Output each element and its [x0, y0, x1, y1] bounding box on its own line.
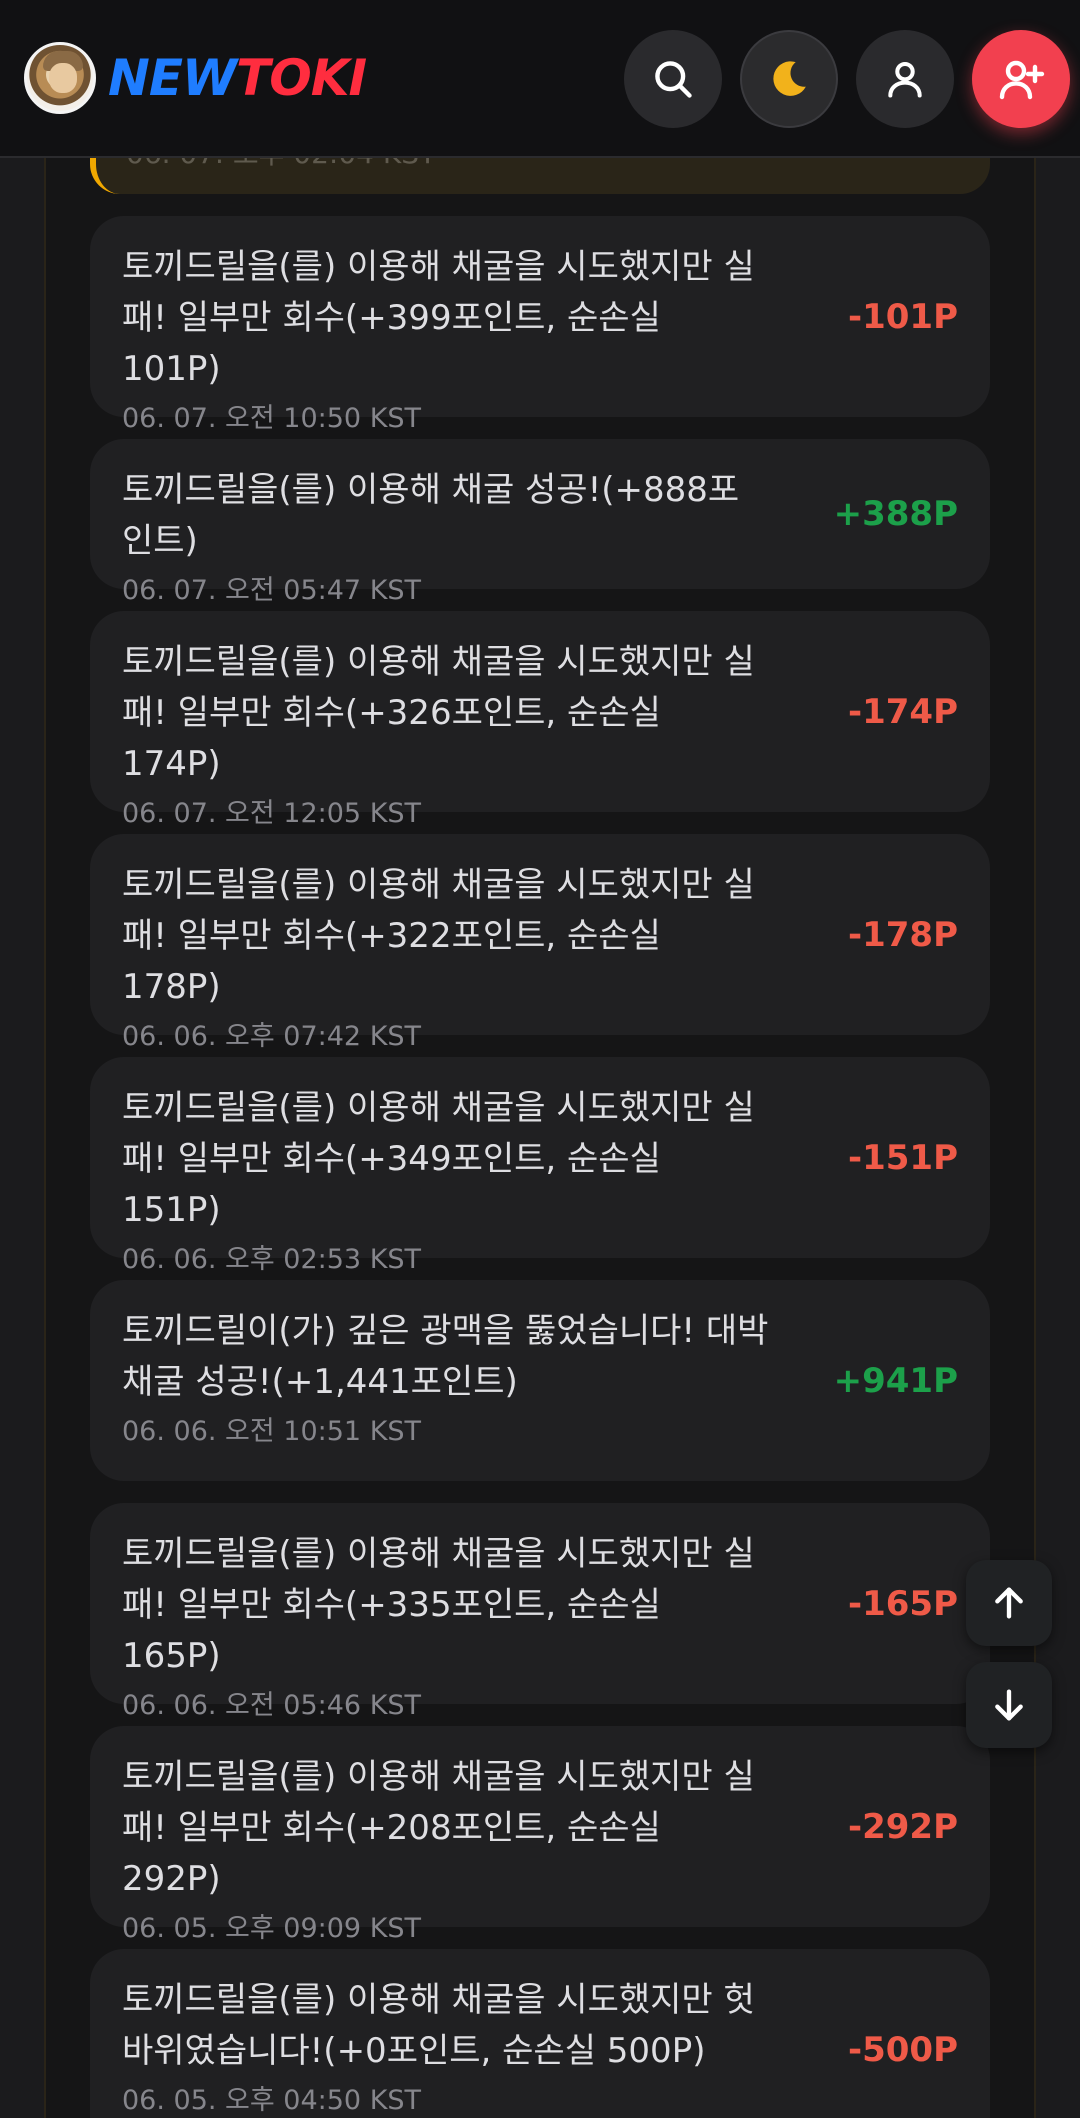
avatar-face — [49, 63, 77, 93]
history-amount: -165P — [847, 1583, 958, 1624]
scroll-to-top-button[interactable] — [966, 1560, 1052, 1646]
history-amount: -178P — [847, 914, 958, 955]
search-icon — [655, 61, 692, 98]
user-plus-icon — [999, 60, 1045, 100]
history-time: 06. 07. 오전 12:05 KST — [122, 798, 422, 829]
history-amount: -292P — [847, 1806, 958, 1847]
history-item: 토끼드릴을(를) 이용해 채굴을 시도했지만 실패! 일부만 회수(+335포인… — [90, 1503, 990, 1721]
history-amount: -174P — [847, 691, 958, 732]
site-avatar[interactable] — [24, 42, 96, 114]
history-time: 06. 06. 오전 10:51 KST — [122, 1416, 422, 1447]
history-message: 토끼드릴을(를) 이용해 채굴을 시도했지만 실패! 일부만 회수(+399포인… — [122, 247, 755, 389]
account-button[interactable] — [856, 30, 954, 128]
history-amount: -151P — [847, 1137, 958, 1178]
theme-toggle-button[interactable] — [740, 30, 838, 128]
history-time: 06. 07. 오전 05:47 KST — [122, 575, 422, 606]
history-time: 06. 05. 오후 04:50 KST — [122, 2085, 422, 2116]
moon-icon — [773, 61, 806, 96]
page: NEWTOKI 06. 07. 오후 02:04 KST — [0, 0, 1080, 2118]
history-item: 토끼드릴을(를) 이용해 채굴을 시도했지만 실패! 일부만 회수(+322포인… — [90, 834, 990, 1052]
logo-toki: TOKI — [236, 49, 367, 107]
arrow-down-icon — [995, 1689, 1023, 1721]
search-button[interactable] — [624, 30, 722, 128]
history-message: 토끼드릴을(를) 이용해 채굴을 시도했지만 실패! 일부만 회수(+335포인… — [122, 1534, 755, 1676]
logo-new: NEW — [108, 49, 237, 107]
history-item: 토끼드릴을(를) 이용해 채굴을 시도했지만 실패! 일부만 회수(+399포인… — [90, 216, 990, 434]
history-message: 토끼드릴을(를) 이용해 채굴 성공!(+888포인트) — [122, 470, 740, 561]
arrow-up-icon — [995, 1587, 1023, 1619]
point-history-list: 토끼드릴을(를) 이용해 채굴을 시도했지만 실패! 일부만 회수(+399포인… — [90, 216, 990, 2118]
history-time: 06. 06. 오후 07:42 KST — [122, 1021, 422, 1052]
scroll-to-bottom-button[interactable] — [966, 1662, 1052, 1748]
signup-button[interactable] — [972, 30, 1070, 128]
history-message: 토끼드릴을(를) 이용해 채굴을 시도했지만 실패! 일부만 회수(+322포인… — [122, 865, 755, 1007]
history-message: 토끼드릴을(를) 이용해 채굴을 시도했지만 실패! 일부만 회수(+349포인… — [122, 1088, 755, 1230]
history-time: 06. 07. 오전 10:50 KST — [122, 403, 422, 434]
history-item: 토끼드릴을(를) 이용해 채굴을 시도했지만 실패! 일부만 회수(+326포인… — [90, 611, 990, 829]
history-message: 토끼드릴을(를) 이용해 채굴을 시도했지만 실패! 일부만 회수(+208포인… — [122, 1757, 755, 1899]
history-message: 토끼드릴을(를) 이용해 채굴을 시도했지만 실패! 일부만 회수(+326포인… — [122, 642, 755, 784]
top-header: NEWTOKI — [0, 0, 1080, 158]
history-item: 토끼드릴을(를) 이용해 채굴을 시도했지만 실패! 일부만 회수(+349포인… — [90, 1057, 990, 1275]
history-amount: -500P — [847, 2029, 958, 2070]
history-time: 06. 06. 오전 05:46 KST — [122, 1690, 422, 1721]
history-amount: +388P — [833, 494, 958, 534]
history-time: 06. 05. 오후 09:09 KST — [122, 1913, 422, 1944]
history-time: 06. 06. 오후 02:53 KST — [122, 1244, 422, 1275]
history-amount: -101P — [847, 296, 958, 337]
history-item: 토끼드릴이(가) 깊은 광맥을 뚫었습니다! 대박 채굴 성공!(+1,441포… — [90, 1280, 990, 1481]
history-amount: +941P — [833, 1360, 958, 1401]
history-item: 토끼드릴을(를) 이용해 채굴을 시도했지만 실패! 일부만 회수(+208포인… — [90, 1726, 990, 1944]
user-icon — [888, 61, 922, 98]
history-item: 토끼드릴을(를) 이용해 채굴을 시도했지만 헛바위였습니다!(+0포인트, 순… — [90, 1949, 990, 2118]
history-message: 토끼드릴을(를) 이용해 채굴을 시도했지만 헛바위였습니다!(+0포인트, 순… — [122, 1980, 755, 2071]
site-logo[interactable]: NEWTOKI — [108, 46, 367, 110]
history-message: 토끼드릴이(가) 깊은 광맥을 뚫었습니다! 대박 채굴 성공!(+1,441포… — [122, 1311, 769, 1402]
history-item: 토끼드릴을(를) 이용해 채굴 성공!(+888포인트) 06. 07. 오전 … — [90, 439, 990, 606]
